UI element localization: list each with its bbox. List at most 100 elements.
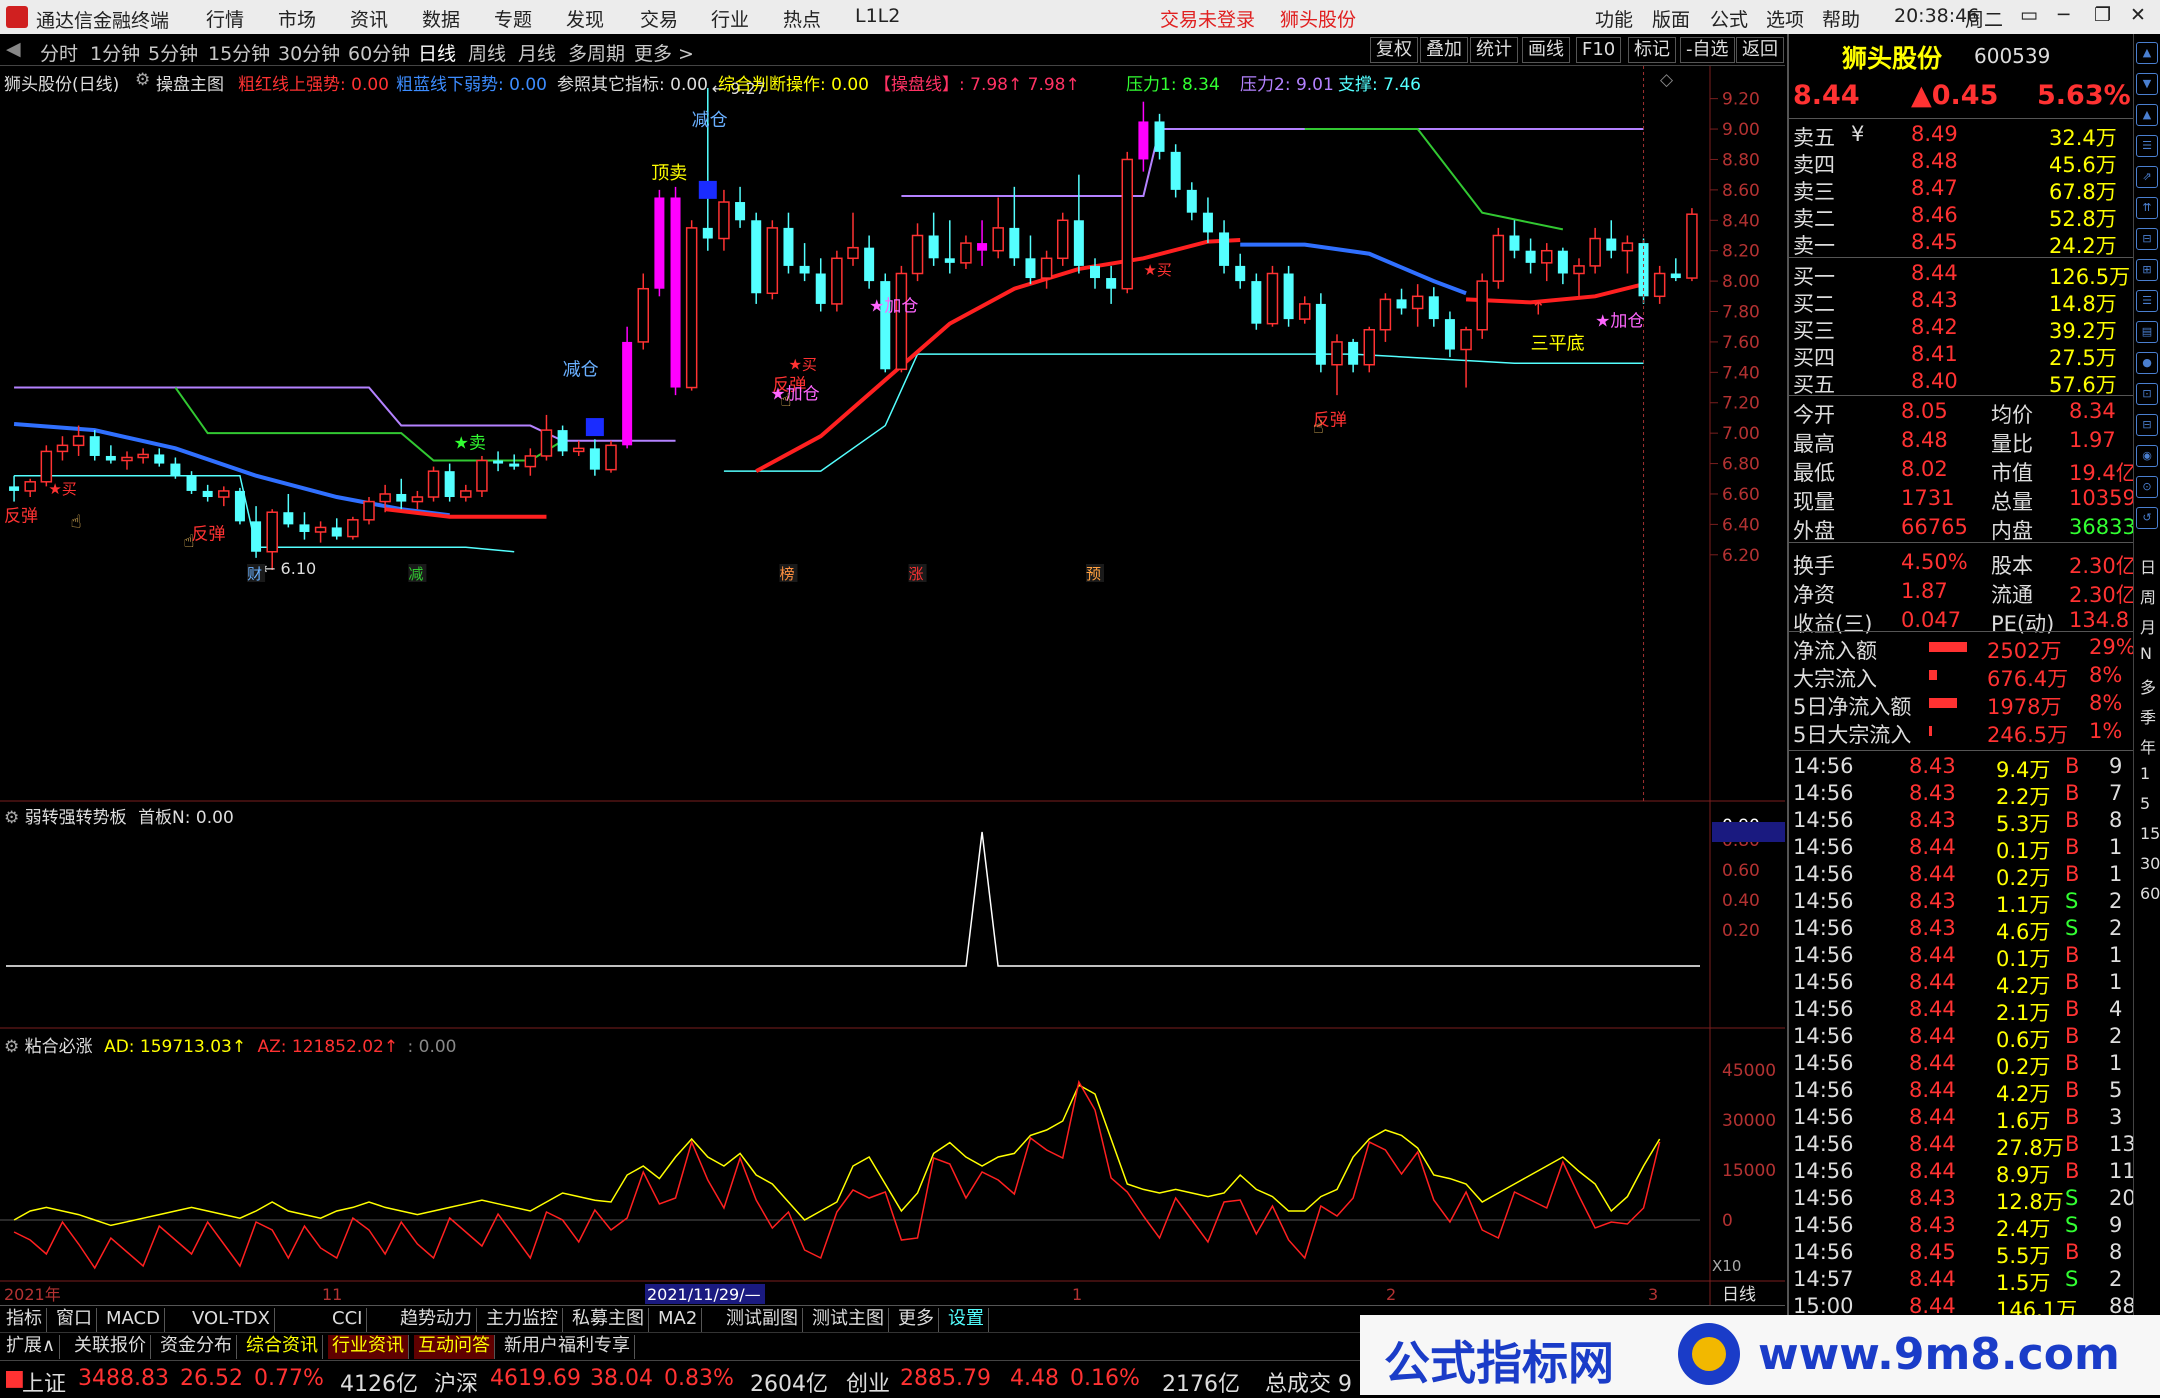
candle-up[interactable] xyxy=(1298,303,1311,320)
candle-up[interactable] xyxy=(895,272,908,371)
indicator-tab-4[interactable]: CCI xyxy=(328,1308,368,1332)
candle-up[interactable] xyxy=(72,435,85,447)
menu-shuju[interactable]: 数据 xyxy=(422,5,460,32)
side-tool-icon[interactable]: ⊟ xyxy=(2136,228,2158,250)
candle-body[interactable] xyxy=(654,197,665,289)
candle-up[interactable] xyxy=(121,456,133,462)
side-period-1[interactable]: 周 xyxy=(2140,584,2156,608)
sz-name[interactable]: 沪深 xyxy=(434,1366,478,1398)
candle-body[interactable] xyxy=(783,227,794,266)
candle-up[interactable] xyxy=(347,519,359,538)
side-tool-icon[interactable]: ▼ xyxy=(2136,73,2158,95)
candle-body[interactable] xyxy=(1025,258,1036,279)
extension-tab-1[interactable]: 关联报价 xyxy=(70,1335,151,1359)
candle-body[interactable] xyxy=(234,490,245,522)
kline-chart[interactable]: 9.209.008.808.608.408.208.007.807.607.40… xyxy=(0,66,1785,1306)
period-fenshi[interactable]: 分时 xyxy=(40,39,78,66)
candle-body[interactable] xyxy=(1089,265,1101,279)
minimize-icon[interactable]: ▭ xyxy=(2020,4,2038,26)
candle-up[interactable] xyxy=(540,429,553,457)
extension-tab-5[interactable]: 互动问答 xyxy=(414,1335,495,1359)
candle-up[interactable] xyxy=(960,242,972,264)
candle-body[interactable] xyxy=(509,463,520,467)
main-indicator-gear-icon[interactable]: ⚙ xyxy=(135,70,150,90)
candle-up[interactable] xyxy=(847,246,859,260)
candle-up[interactable] xyxy=(363,500,375,521)
side-tool-icon[interactable]: ▲ xyxy=(2136,104,2158,126)
main-indicator-name[interactable]: 操盘主图 xyxy=(156,70,224,95)
indicator-tab-12[interactable]: 设置 xyxy=(944,1308,989,1332)
candle-body[interactable] xyxy=(1606,238,1617,251)
candle-body[interactable] xyxy=(1428,296,1439,320)
candle-body[interactable] xyxy=(1219,232,1230,266)
menu-l1l2[interactable]: L1L2 xyxy=(855,5,900,27)
side-tool-icon[interactable]: ⊟ xyxy=(2136,414,2158,436)
side-period-2[interactable]: 月 xyxy=(2140,614,2156,638)
indicator-tab-8[interactable]: MA2 xyxy=(654,1308,703,1332)
candle-body[interactable] xyxy=(1251,281,1262,324)
indicator-tab-3[interactable]: VOL-TDX xyxy=(188,1308,275,1332)
candle-body[interactable] xyxy=(944,258,955,263)
candle-body[interactable] xyxy=(1525,250,1536,263)
menu-zixun[interactable]: 资讯 xyxy=(350,5,388,32)
indicator-tab-0[interactable]: 指标 xyxy=(2,1308,47,1332)
indicator-tab-6[interactable]: 主力监控 xyxy=(482,1308,563,1332)
period-1min[interactable]: 1分钟 xyxy=(90,39,140,66)
candle-up[interactable] xyxy=(266,511,278,553)
menu-redian[interactable]: 热点 xyxy=(783,5,821,32)
menu-jiaoyi[interactable]: 交易 xyxy=(640,5,678,32)
side-period-3[interactable]: N xyxy=(2140,644,2152,663)
side-tool-icon[interactable]: ◉ xyxy=(2136,445,2158,467)
menu-hangqing[interactable]: 行情 xyxy=(206,5,244,32)
candle-body[interactable] xyxy=(1444,319,1455,350)
side-period-6[interactable]: 年 xyxy=(2140,734,2156,758)
menu-xuanxiang[interactable]: 选项 xyxy=(1766,5,1804,32)
candle-body[interactable] xyxy=(299,524,310,532)
candle-up[interactable] xyxy=(427,470,440,498)
candle-body[interactable] xyxy=(702,227,713,239)
huaxian-button[interactable]: 画线 xyxy=(1522,37,1570,63)
candle-body[interactable] xyxy=(1348,341,1359,365)
menu-gongshi[interactable]: 公式 xyxy=(1710,5,1748,32)
candle-up[interactable] xyxy=(1589,237,1601,267)
candle-up[interactable] xyxy=(1686,213,1698,279)
period-daily[interactable]: 日线 xyxy=(418,39,456,66)
candle-up[interactable] xyxy=(637,287,650,343)
period-more[interactable]: 更多 > xyxy=(634,39,694,66)
side-tool-icon[interactable]: ☰ xyxy=(2136,290,2158,312)
side-period-9[interactable]: 15 xyxy=(2140,824,2160,843)
side-tool-icon[interactable]: ⊙ xyxy=(2136,476,2158,498)
candle-body[interactable] xyxy=(589,448,600,470)
candle-body[interactable] xyxy=(1138,121,1149,160)
indicator-tab-7[interactable]: 私募主图 xyxy=(568,1308,649,1332)
minimize-window-icon[interactable]: ─ xyxy=(2058,4,2069,26)
candle-up[interactable] xyxy=(1460,329,1472,351)
candle-up[interactable] xyxy=(460,490,472,498)
candle-up[interactable] xyxy=(572,447,585,453)
biaoji-button[interactable]: 标记 xyxy=(1628,37,1676,63)
candle-up[interactable] xyxy=(1411,295,1424,310)
candle-body[interactable] xyxy=(1557,250,1568,274)
candle-up[interactable] xyxy=(40,450,53,483)
side-tool-icon[interactable]: ⇈ xyxy=(2136,197,2158,219)
period-weekly[interactable]: 周线 xyxy=(468,39,506,66)
candle-body[interactable] xyxy=(331,527,342,537)
menu-gongneng[interactable]: 功能 xyxy=(1595,5,1633,32)
candle-up[interactable] xyxy=(1056,219,1069,260)
candle-body[interactable] xyxy=(1235,265,1246,282)
candle-body[interactable] xyxy=(977,243,988,251)
candle-body[interactable] xyxy=(105,455,116,461)
indicator-tab-11[interactable]: 更多 xyxy=(894,1308,939,1332)
candle-up[interactable] xyxy=(1363,329,1376,366)
candle-body[interactable] xyxy=(1106,278,1117,289)
side-tool-icon[interactable]: ● xyxy=(2136,352,2158,374)
candle-body[interactable] xyxy=(1073,220,1084,266)
candle-up[interactable] xyxy=(1331,341,1343,366)
candle-up[interactable] xyxy=(379,493,391,503)
side-period-10[interactable]: 30 xyxy=(2140,854,2160,873)
menu-faxian[interactable]: 发现 xyxy=(566,5,604,32)
extension-tab-6[interactable]: 新用户福利专享 xyxy=(500,1335,635,1359)
period-15min[interactable]: 15分钟 xyxy=(208,39,270,66)
fuquan-button[interactable]: 复权 xyxy=(1370,37,1418,63)
candle-body[interactable] xyxy=(251,521,262,552)
